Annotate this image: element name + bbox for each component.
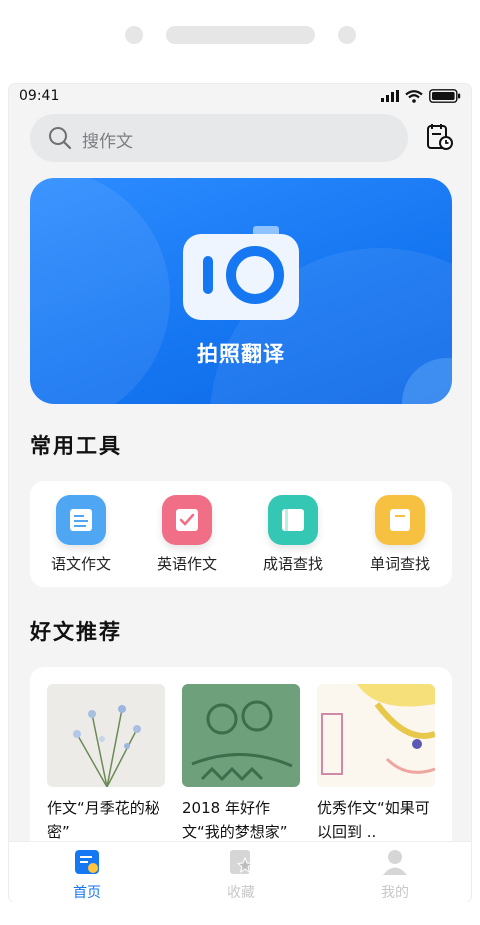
tab-favorites[interactable]: 收藏	[191, 848, 291, 902]
tool-chinese-essay[interactable]: 语文作文	[31, 495, 131, 574]
article-image-cartoon	[182, 684, 300, 787]
english-essay-icon	[162, 495, 212, 545]
banner-decor	[30, 178, 170, 404]
article-image-flowers	[47, 684, 165, 787]
tool-word-search[interactable]: 单词查找	[350, 495, 450, 574]
device-top-bezel	[0, 0, 480, 84]
tool-label: 英语作文	[156, 555, 217, 573]
photo-translate-banner[interactable]: 拍照翻译	[30, 178, 452, 404]
search-placeholder: 搜作文	[82, 132, 133, 152]
status-icons	[381, 89, 461, 103]
favorites-star-icon	[230, 850, 254, 874]
article-card[interactable]: 2018 年好作文“我的梦想家”	[182, 684, 300, 844]
search-icon	[49, 127, 72, 150]
article-title: 作文“月季花的秘密”	[47, 799, 160, 841]
home-doc-icon	[75, 850, 99, 874]
tools-section-title: 常用工具	[30, 434, 122, 458]
search-bar[interactable]: 搜作文	[30, 114, 408, 162]
banner-title: 拍照翻译	[197, 342, 285, 366]
bottom-tab-bar: 首页 收藏 我的	[9, 842, 471, 902]
status-bar: 09:41	[9, 84, 471, 110]
tool-idiom-search[interactable]: 成语查找	[243, 495, 343, 574]
tool-english-essay[interactable]: 英语作文	[137, 495, 237, 574]
tab-label: 收藏	[227, 885, 255, 901]
signal-icon	[381, 90, 399, 102]
sensor-dot	[125, 26, 143, 44]
status-time: 09:41	[19, 88, 60, 104]
tab-home[interactable]: 首页	[37, 848, 137, 902]
article-title: 2018 年好作文“我的梦想家”	[182, 799, 288, 841]
article-card[interactable]: 作文“月季花的秘密”	[47, 684, 165, 844]
tab-profile[interactable]: 我的	[345, 848, 445, 902]
speaker-grille	[166, 26, 315, 44]
front-camera-dot	[338, 26, 356, 44]
history-calendar-icon[interactable]	[425, 122, 455, 152]
profile-person-icon	[383, 850, 407, 875]
camera-icon	[183, 226, 299, 320]
article-card[interactable]: 优秀作文“如果可以回到 ..	[317, 684, 435, 844]
wifi-icon	[405, 89, 423, 103]
article-image-anime	[317, 684, 435, 787]
idiom-search-icon	[268, 495, 318, 545]
battery-icon	[429, 89, 461, 103]
app-screen: 09:41 搜作文 拍照翻译 常用工具 语文作文 英语作文 成语查找 单词查找 …	[9, 84, 471, 902]
article-title: 优秀作文“如果可以回到 ..	[317, 799, 430, 841]
tab-label: 我的	[381, 885, 409, 901]
word-search-icon	[375, 495, 425, 545]
tools-panel: 语文作文 英语作文 成语查找 单词查找	[30, 481, 452, 587]
tab-label: 首页	[73, 885, 101, 901]
device-bottom-bezel	[0, 902, 480, 925]
tool-label: 单词查找	[369, 555, 430, 573]
tool-label: 语文作文	[50, 555, 111, 573]
tool-label: 成语查找	[262, 555, 323, 573]
articles-section-title: 好文推荐	[30, 620, 122, 644]
chinese-essay-icon	[56, 495, 106, 545]
